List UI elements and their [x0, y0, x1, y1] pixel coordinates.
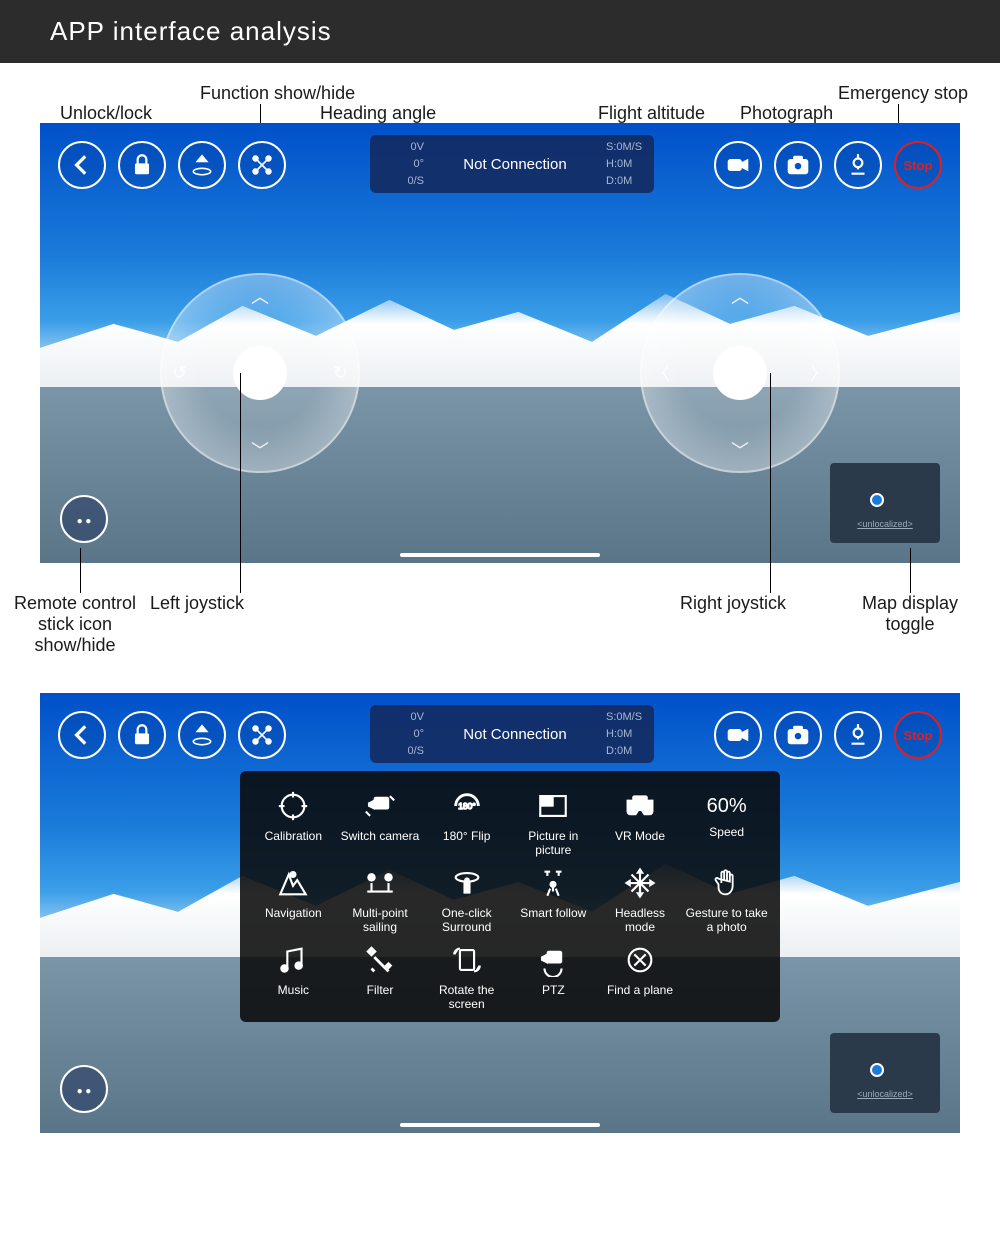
label-map-toggle: Map display toggle — [840, 593, 980, 635]
photograph-button[interactable] — [774, 711, 822, 759]
emergency-stop-button[interactable]: Stop — [894, 711, 942, 759]
func-multi-point[interactable]: Multi-point sailing — [339, 866, 422, 935]
telemetry-voltage: 0V — [376, 141, 424, 153]
lock-button[interactable] — [118, 711, 166, 759]
func-flip-180[interactable]: 180°180° Flip — [425, 789, 508, 858]
app-screenshot-main: 0V 0° 0/S Not Connection S:0M/S H:0M D:0… — [40, 123, 960, 563]
home-indicator — [400, 553, 600, 557]
lock-button[interactable] — [118, 141, 166, 189]
func-rotate-screen[interactable]: Rotate the screen — [425, 943, 508, 1012]
func-vr-mode[interactable]: VR Mode — [599, 789, 682, 858]
func-calibration[interactable]: Calibration — [252, 789, 335, 858]
remote-stick-toggle[interactable] — [60, 1065, 108, 1113]
func-pip[interactable]: Picture in picture — [512, 789, 595, 858]
func-navigation[interactable]: Navigation — [252, 866, 335, 935]
func-gesture-photo[interactable]: Gesture to take a photo — [685, 866, 768, 935]
joystick-knob[interactable] — [233, 346, 287, 400]
left-joystick[interactable]: ︿ ﹀ ↺ ↻ — [160, 273, 360, 473]
label-flight-altitude: Flight altitude — [598, 103, 705, 124]
top-left-icons — [58, 711, 286, 759]
label-emergency-stop: Emergency stop — [838, 83, 968, 104]
page-title: APP interface analysis — [50, 16, 332, 46]
emergency-stop-button[interactable]: Stop — [894, 141, 942, 189]
function-button[interactable] — [238, 141, 286, 189]
right-joystick[interactable]: ︿ ﹀ 〈 〉 — [640, 273, 840, 473]
joystick-knob[interactable] — [713, 346, 767, 400]
one-key-return-button[interactable] — [834, 711, 882, 759]
video-button[interactable] — [714, 711, 762, 759]
telemetry-altitude: H:0M — [606, 158, 648, 170]
telemetry-status: Not Connection — [430, 135, 600, 193]
chevron-down-icon: ﹀ — [731, 437, 749, 463]
label-heading-angle: Heading angle — [320, 103, 436, 124]
telemetry-status: Not Connection — [430, 705, 600, 763]
svg-text:180°: 180° — [458, 801, 476, 811]
label-unlock-lock: Unlock/lock — [60, 103, 152, 124]
one-key-return-button[interactable] — [834, 141, 882, 189]
func-music[interactable]: Music — [252, 943, 335, 1012]
label-left-joystick: Left joystick — [150, 593, 244, 614]
return-button[interactable] — [58, 141, 106, 189]
minimap-text: <unlocalized> — [830, 1089, 940, 1099]
map-position-dot — [870, 1063, 884, 1077]
chevron-up-icon: ︿ — [731, 283, 749, 309]
function-button[interactable] — [238, 711, 286, 759]
video-button[interactable] — [714, 141, 762, 189]
label-photograph: Photograph — [740, 103, 833, 124]
func-switch-camera[interactable]: Switch camera — [339, 789, 422, 858]
func-empty — [685, 943, 768, 1012]
label-right-joystick: Right joystick — [680, 593, 786, 614]
speed-value: 60% — [707, 795, 747, 817]
rotate-right-icon: ↻ — [333, 363, 348, 384]
chevron-left-icon: 〈 — [652, 360, 670, 386]
telemetry-heading: 0° — [376, 158, 424, 170]
chevron-up-icon: ︿ — [251, 283, 269, 309]
func-ptz[interactable]: PTZ — [512, 943, 595, 1012]
bottom-annotations: Remote control stick icon show/hide Left… — [0, 583, 1000, 683]
home-indicator — [400, 1123, 600, 1127]
chevron-right-icon: 〉 — [810, 360, 828, 386]
minimap-text: <unlocalized> — [830, 519, 940, 529]
telemetry-speed: S:0M/S — [606, 141, 648, 153]
top-right-icons: Stop — [714, 711, 942, 759]
func-find-plane[interactable]: Find a plane — [599, 943, 682, 1012]
telemetry-right: S:0M/S H:0M D:0M — [600, 135, 654, 193]
func-filter[interactable]: Filter — [339, 943, 422, 1012]
telemetry-distance: D:0M — [606, 175, 648, 187]
telemetry-satellites: 0/S — [376, 175, 424, 187]
label-remote-stick: Remote control stick icon show/hide — [10, 593, 140, 656]
chevron-down-icon: ﹀ — [251, 437, 269, 463]
top-right-icons: Stop — [714, 141, 942, 189]
telemetry-left: 0V 0° 0/S — [370, 705, 430, 763]
telemetry-right: S:0M/S H:0M D:0M — [600, 705, 654, 763]
photograph-button[interactable] — [774, 141, 822, 189]
page-title-bar: APP interface analysis — [0, 0, 1000, 63]
map-position-dot — [870, 493, 884, 507]
annotated-diagram-1: Return Unlock/lock Takeoff/landing Funct… — [0, 63, 1000, 583]
function-panel: Calibration Switch camera 180°180° Flip … — [240, 771, 780, 1022]
return-button[interactable] — [58, 711, 106, 759]
telemetry-left: 0V 0° 0/S — [370, 135, 430, 193]
takeoff-button[interactable] — [178, 141, 226, 189]
app-screenshot-functions: 0V 0° 0/S Not Connection S:0M/S H:0M D:0… — [40, 693, 960, 1133]
func-headless-mode[interactable]: Headless mode — [599, 866, 682, 935]
top-left-icons — [58, 141, 286, 189]
takeoff-button[interactable] — [178, 711, 226, 759]
func-smart-follow[interactable]: Smart follow — [512, 866, 595, 935]
func-speed[interactable]: 60%Speed — [685, 789, 768, 858]
minimap-toggle[interactable]: <unlocalized> — [830, 463, 940, 543]
label-function-show-hide: Function show/hide — [200, 83, 355, 104]
func-one-click-surround[interactable]: One-click Surround — [425, 866, 508, 935]
rotate-left-icon: ↺ — [172, 363, 187, 384]
remote-stick-toggle[interactable] — [60, 495, 108, 543]
minimap-toggle[interactable]: <unlocalized> — [830, 1033, 940, 1113]
